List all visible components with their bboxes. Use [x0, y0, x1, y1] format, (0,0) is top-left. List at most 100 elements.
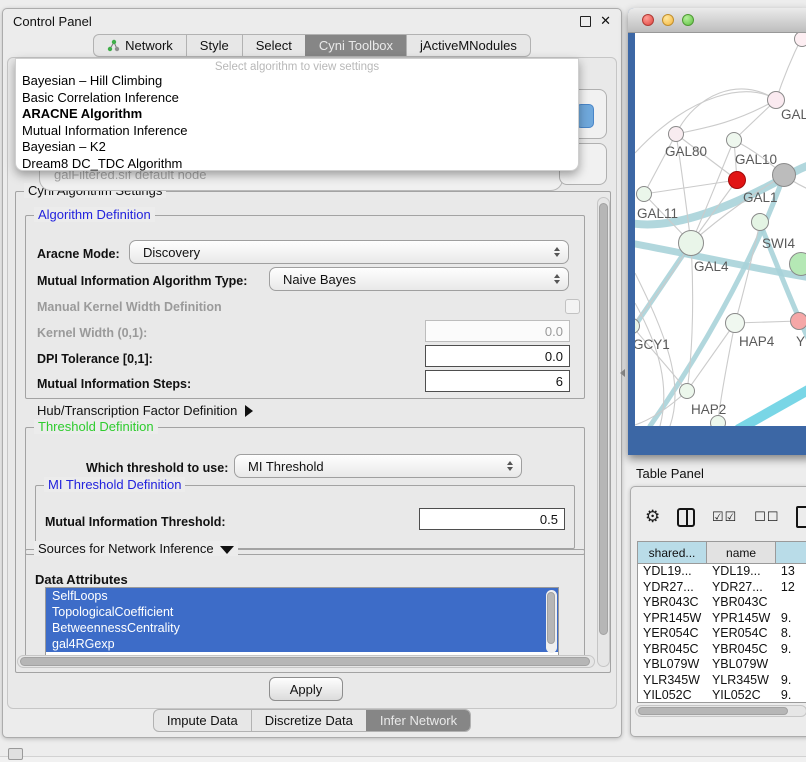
collapse-down-icon[interactable] — [220, 546, 234, 554]
network-node[interactable] — [789, 252, 806, 276]
table-cell: YPR145W — [707, 611, 776, 627]
dpi-tolerance-field[interactable]: 0.0 — [425, 345, 570, 367]
table-row[interactable]: YER054CYER054C8. — [638, 626, 806, 642]
column-header-2[interactable] — [776, 542, 806, 563]
network-node-gal10[interactable] — [726, 132, 742, 148]
which-threshold-value: MI Threshold — [248, 459, 324, 474]
network-node-swi4[interactable] — [751, 213, 769, 231]
which-threshold-combo[interactable]: MI Threshold — [234, 454, 522, 478]
tab-style[interactable]: Style — [186, 35, 242, 56]
control-panel-tabs: Network Style SelectCyni ToolboxjActiveMNo… — [3, 34, 621, 57]
network-node-gal80[interactable] — [668, 126, 684, 142]
columns-icon[interactable] — [677, 508, 695, 527]
mi-type-value: Naive Bayes — [283, 272, 356, 287]
bottom-divider — [0, 756, 806, 762]
mi-threshold-field[interactable]: 0.5 — [419, 508, 565, 530]
manual-kernel-label: Manual Kernel Width Definition — [37, 300, 222, 314]
settings-hscrollbar[interactable] — [17, 655, 595, 668]
menu-item-mutual-information-inference[interactable]: Mutual Information Inference — [16, 123, 578, 140]
tab-network[interactable]: Network — [94, 35, 186, 56]
menu-item-bayesian-k2[interactable]: Bayesian – K2 — [16, 139, 578, 156]
network-node-gal11[interactable] — [636, 186, 652, 202]
apply-button[interactable]: Apply — [269, 677, 343, 701]
manual-kernel-checkbox[interactable] — [565, 299, 580, 314]
network-node-y[interactable] — [790, 312, 806, 330]
network-canvas[interactable]: GALGAL80GAL10GAL1GAL11SWI4GAL4GCY1HAP4YH… — [635, 33, 806, 426]
table-row[interactable]: YDR27...YDR27...12 — [638, 580, 806, 596]
minimize-window-icon[interactable] — [662, 14, 674, 26]
table-cell: 9. — [776, 688, 806, 703]
dpi-tolerance-label: DPI Tolerance [0,1]: — [37, 352, 153, 366]
network-node-hap4[interactable] — [725, 313, 745, 333]
attribute-item-betweennesscentrality[interactable]: BetweennessCentrality — [46, 620, 558, 636]
menu-item-dream8-dc-tdc-algorithm[interactable]: Dream8 DC_TDC Algorithm — [16, 156, 578, 173]
table-row[interactable]: YPR145WYPR145W9. — [638, 611, 806, 627]
attribute-item-selfloops[interactable]: SelfLoops — [46, 588, 558, 604]
menu-item-aracne-algorithm[interactable]: ARACNE Algorithm — [16, 106, 578, 123]
deselect-all-icon[interactable]: ☐☐ — [754, 509, 779, 525]
expand-right-icon[interactable] — [245, 405, 253, 417]
tab-impute-data[interactable]: Impute Data — [154, 710, 251, 731]
table-cell: YBR045C — [707, 642, 776, 658]
tab-select[interactable]: Select — [242, 35, 305, 56]
table-row[interactable]: YBR043CYBR043C — [638, 595, 806, 611]
table-cell: YBR045C — [638, 642, 707, 658]
network-icon — [107, 39, 120, 52]
settings-icon[interactable]: ⚙ — [645, 507, 660, 527]
tab-infer-network[interactable]: Infer Network — [366, 710, 470, 731]
document-icon[interactable] — [796, 506, 806, 528]
tab-jactivemnodules[interactable]: jActiveMNodules — [406, 35, 530, 56]
attribute-item-gal4rgexp[interactable]: gal4RGexp — [46, 636, 558, 652]
menu-item-basic-correlation-inference[interactable]: Basic Correlation Inference — [16, 90, 578, 107]
select-all-icon[interactable]: ☑☑ — [712, 509, 737, 525]
network-node-gal4[interactable] — [678, 230, 704, 256]
attribute-item-topologicalcoefficient[interactable]: TopologicalCoefficient — [46, 604, 558, 620]
network-node-hap2[interactable] — [679, 383, 695, 399]
spinner-arrows-icon — [554, 274, 560, 284]
table-panel-title: Table Panel — [636, 466, 704, 481]
settings-vscrollbar[interactable] — [597, 197, 610, 667]
mi-type-combo[interactable]: Naive Bayes — [269, 267, 569, 291]
attribute-list-scrollbar[interactable] — [547, 592, 555, 644]
minimized-panel-icon[interactable] — [8, 748, 23, 760]
tab-cyni-toolbox[interactable]: Cyni Toolbox — [305, 35, 406, 56]
float-panel-icon[interactable] — [580, 16, 591, 27]
node-table[interactable]: shared...name YDL19...YDL19...13YDR27...… — [637, 541, 806, 703]
network-node-gal1[interactable] — [728, 171, 746, 189]
column-header-shared[interactable]: shared... — [638, 542, 707, 563]
node-label-y: Y — [796, 334, 805, 349]
sources-legend[interactable]: Sources for Network Inference — [34, 541, 238, 556]
mi-threshold-legend: MI Threshold Definition — [44, 477, 185, 492]
table-row[interactable]: YBR045CYBR045C9. — [638, 642, 806, 658]
table-row[interactable]: YDL19...YDL19...13 — [638, 564, 806, 580]
table-header-row: shared...name — [638, 542, 806, 564]
network-window-titlebar — [628, 8, 806, 33]
table-cell: YIL052C — [707, 688, 776, 703]
network-node[interactable] — [794, 33, 806, 47]
mi-type-label: Mutual Information Algorithm Type: — [37, 274, 247, 288]
tab-label: Style — [200, 38, 229, 53]
table-hscrollbar[interactable] — [635, 705, 806, 717]
close-panel-icon[interactable]: ✕ — [600, 16, 611, 26]
algorithm-definition-legend: Algorithm Definition — [34, 207, 155, 222]
tab-discretize-data[interactable]: Discretize Data — [251, 710, 366, 731]
menu-item-bayesian-hill-climbing[interactable]: Bayesian – Hill Climbing — [16, 73, 578, 90]
mi-steps-field[interactable]: 6 — [425, 370, 570, 392]
panel-splitter-arrow[interactable] — [620, 369, 625, 377]
hub-definition-expander[interactable]: Hub/Transcription Factor Definition — [37, 403, 253, 418]
table-cell: YDR27... — [707, 580, 776, 596]
table-cell: YPR145W — [638, 611, 707, 627]
table-row[interactable]: YBL079WYBL079W — [638, 657, 806, 673]
column-header-name[interactable]: name — [707, 542, 776, 563]
network-view-window: GALGAL80GAL10GAL1GAL11SWI4GAL4GCY1HAP4YH… — [628, 8, 806, 455]
table-cell: YBR043C — [638, 595, 707, 611]
tab-label: Network — [125, 38, 173, 53]
aracne-mode-combo[interactable]: Discovery — [129, 240, 569, 264]
zoom-window-icon[interactable] — [682, 14, 694, 26]
network-node[interactable] — [772, 163, 796, 187]
network-node[interactable] — [710, 415, 726, 426]
control-panel-window: Control Panel ✕ NetworkStyleSelectCyni T… — [2, 8, 622, 738]
close-window-icon[interactable] — [642, 14, 654, 26]
table-row[interactable]: YIL052CYIL052C9. — [638, 688, 806, 703]
table-row[interactable]: YLR345WYLR345W9. — [638, 673, 806, 689]
